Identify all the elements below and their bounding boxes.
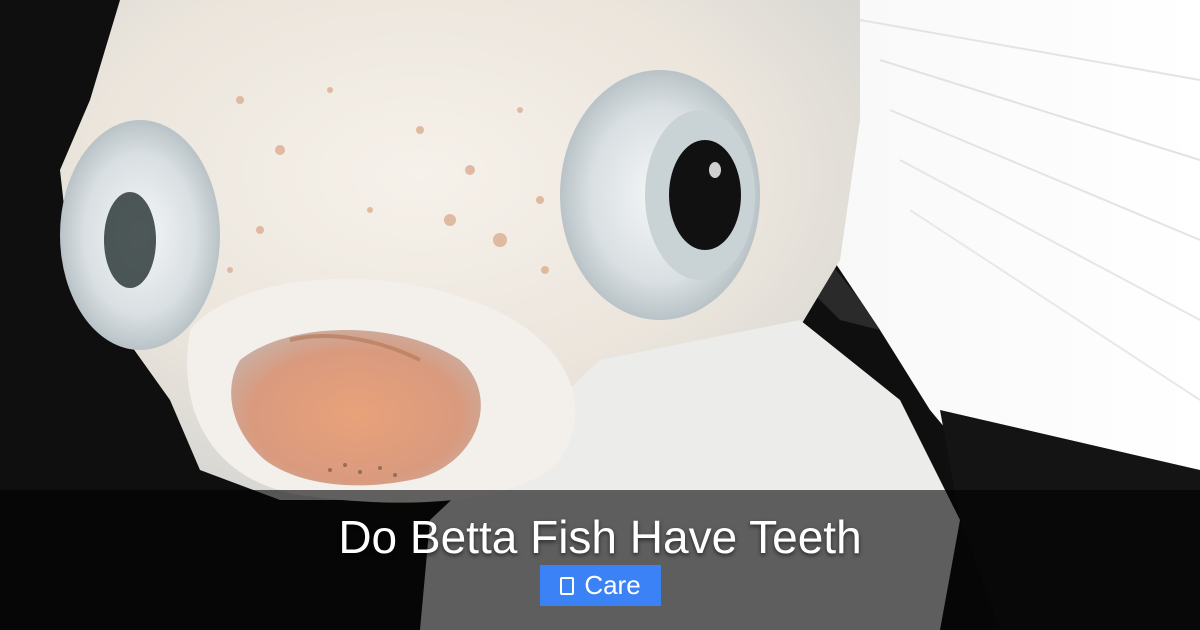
article-title: Do Betta Fish Have Teeth (338, 511, 862, 563)
category-label: Care (584, 570, 641, 600)
category-badge[interactable]: Care (540, 565, 661, 606)
hero-image: Do Betta Fish Have Teeth Care (0, 0, 1200, 630)
folder-icon (560, 576, 575, 595)
